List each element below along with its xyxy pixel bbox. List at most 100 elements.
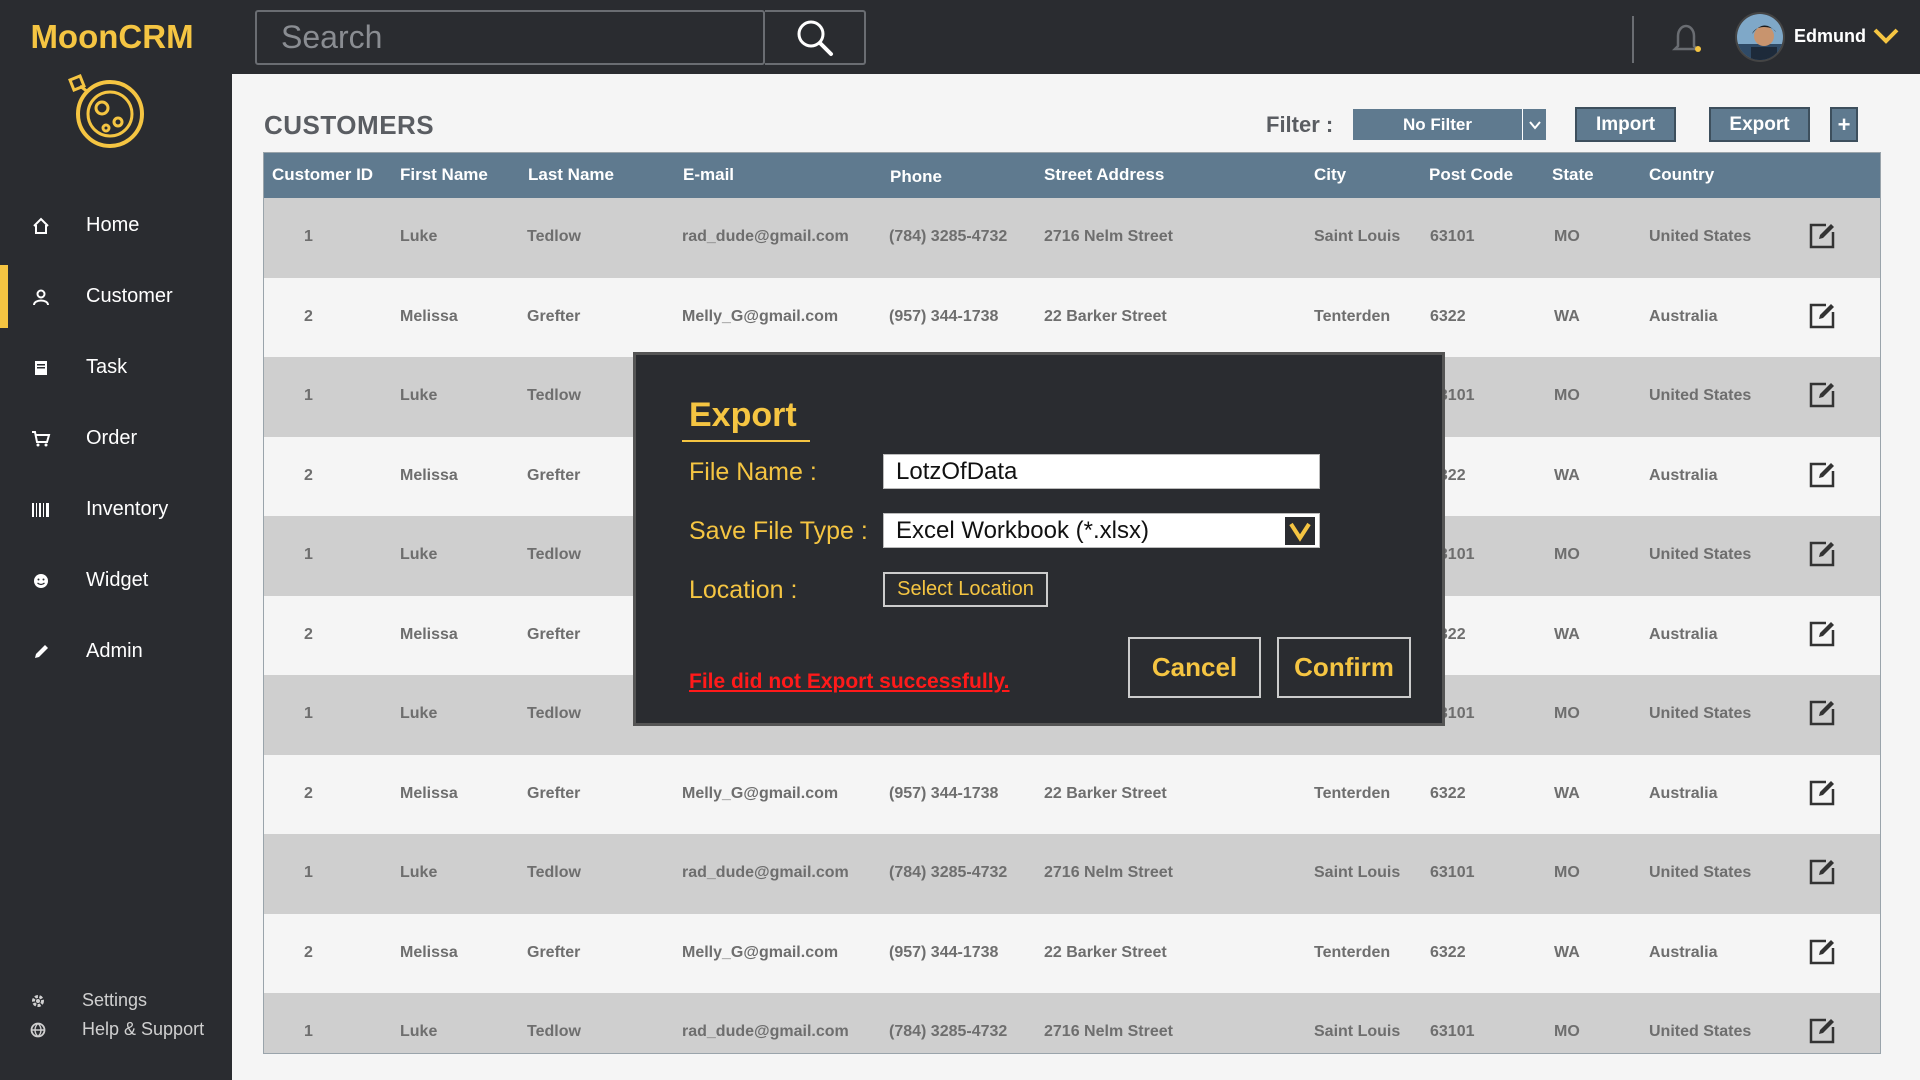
add-button[interactable]: +	[1830, 107, 1858, 142]
confirm-button[interactable]: Confirm	[1277, 637, 1411, 698]
edit-icon[interactable]	[1808, 779, 1836, 807]
table-cell: Tedlow	[527, 228, 581, 245]
table-cell: 22 Barker Street	[1044, 784, 1167, 802]
column-header[interactable]: Phone	[890, 167, 942, 187]
bell-icon[interactable]	[1666, 18, 1706, 58]
select-location-button[interactable]: Select Location	[883, 572, 1048, 607]
table-cell: (784) 3285-4732	[889, 228, 1008, 245]
table-cell: Luke	[400, 705, 438, 722]
search-input[interactable]	[257, 12, 763, 63]
import-button[interactable]: Import	[1575, 107, 1676, 142]
edit-icon[interactable]	[1808, 302, 1836, 330]
table-cell: WA	[1554, 466, 1580, 484]
table-cell: 63101	[1430, 228, 1475, 245]
sidebar-item-widget[interactable]: Widget	[0, 545, 232, 616]
pencil-icon	[30, 641, 52, 663]
export-button[interactable]: Export	[1709, 107, 1810, 142]
column-header[interactable]: City	[1314, 165, 1346, 185]
sidebar-item-label: Widget	[86, 569, 149, 591]
table-cell: WA	[1554, 307, 1580, 325]
table-cell: Australia	[1649, 307, 1718, 325]
table-cell: WA	[1554, 625, 1580, 643]
sidebar-item-label: Settings	[82, 990, 148, 1010]
column-header[interactable]: Street Address	[1044, 165, 1164, 185]
edit-icon[interactable]	[1808, 858, 1836, 886]
table-row[interactable]: 1 Luke Tedlow rad_dude@gmail.com (784) 3285-…	[264, 834, 1880, 914]
edit-icon[interactable]	[1808, 699, 1836, 727]
table-cell: United States	[1649, 546, 1752, 563]
edit-icon[interactable]	[1808, 381, 1836, 409]
edit-icon[interactable]	[1808, 1017, 1836, 1045]
sidebar-footer: Settings Help & Support	[0, 986, 232, 1044]
filter-select[interactable]: No Filter	[1353, 109, 1546, 140]
sidebar-item-help[interactable]: Help & Support	[0, 1015, 232, 1044]
file-name-input[interactable]: LotzOfData	[883, 454, 1320, 489]
gear-icon	[28, 991, 48, 1011]
column-header[interactable]: Last Name	[528, 165, 614, 185]
sidebar-item-task[interactable]: Task	[0, 332, 232, 403]
chevron-down-icon	[1522, 109, 1546, 140]
table-cell: 6322	[1430, 943, 1466, 961]
column-header[interactable]: Post Code	[1429, 165, 1513, 185]
home-icon	[30, 215, 52, 237]
table-row[interactable]: 2 Melissa Grefter Melly_G@gmail.com (957) 34…	[264, 277, 1880, 357]
table-cell: 2716 Nelm Street	[1044, 228, 1173, 245]
sidebar-item-inventory[interactable]: Inventory	[0, 474, 232, 545]
user-name[interactable]: Edmund	[1794, 26, 1866, 47]
sidebar-item-label: Order	[86, 427, 138, 449]
save-type-select[interactable]: Excel Workbook (*.xlsx)	[883, 513, 1320, 548]
table-row[interactable]: 1 Luke Tedlow rad_dude@gmail.com (784) 3285-…	[264, 993, 1880, 1053]
table-cell: United States	[1649, 705, 1752, 722]
table-header: Customer ID First Name Last Name E-mail …	[264, 153, 1880, 198]
dialog-title: Export	[689, 396, 797, 434]
sidebar-item-label: Home	[86, 214, 140, 236]
edit-icon[interactable]	[1808, 461, 1836, 489]
column-header[interactable]: State	[1552, 165, 1594, 185]
table-cell: (957) 344-1738	[889, 307, 999, 325]
sidebar-item-admin[interactable]: Admin	[0, 616, 232, 687]
table-cell: Australia	[1649, 625, 1718, 643]
sidebar-item-home[interactable]: Home	[0, 190, 232, 261]
column-header[interactable]: Customer ID	[272, 165, 373, 185]
table-cell: Tedlow	[527, 864, 581, 881]
sidebar-item-customer[interactable]: Customer	[0, 261, 232, 332]
table-cell: MO	[1554, 228, 1580, 245]
table-cell: MO	[1554, 546, 1580, 563]
table-cell: Tenterden	[1314, 307, 1391, 325]
column-header[interactable]: E-mail	[683, 165, 734, 185]
avatar[interactable]	[1735, 12, 1785, 62]
column-header[interactable]: First Name	[400, 165, 488, 185]
column-header[interactable]: Country	[1649, 165, 1714, 185]
table-cell: United States	[1649, 1023, 1752, 1040]
table-row[interactable]: 2 Melissa Grefter Melly_G@gmail.com (957) 34…	[264, 754, 1880, 834]
filter-label: Filter :	[1266, 112, 1334, 137]
task-icon	[30, 357, 52, 379]
edit-icon[interactable]	[1808, 540, 1836, 568]
table-cell: 6322	[1430, 784, 1466, 802]
table-cell: 6322	[1430, 307, 1466, 325]
table-cell: 1	[304, 864, 313, 881]
table-row[interactable]: 2 Melissa Grefter Melly_G@gmail.com (957) 34…	[264, 913, 1880, 993]
table-cell: 1	[304, 546, 313, 563]
table-cell: Saint Louis	[1314, 864, 1401, 881]
sidebar-item-settings[interactable]: Settings	[0, 986, 232, 1015]
table-cell: Grefter	[527, 943, 581, 961]
sidebar-item-order[interactable]: Order	[0, 403, 232, 474]
table-cell: United States	[1649, 228, 1752, 245]
sidebar-nav: Home Customer Task Order Inventory Widge…	[0, 190, 232, 687]
edit-icon[interactable]	[1808, 620, 1836, 648]
smiley-icon	[30, 570, 52, 592]
search-button[interactable]	[765, 10, 866, 65]
edit-icon[interactable]	[1808, 222, 1836, 250]
table-cell: Saint Louis	[1314, 228, 1401, 245]
cancel-button[interactable]: Cancel	[1128, 637, 1261, 698]
table-row[interactable]: 1 Luke Tedlow rad_dude@gmail.com (784) 3285-…	[264, 198, 1880, 278]
table-cell: 2	[304, 466, 313, 484]
edit-icon[interactable]	[1808, 938, 1836, 966]
table-cell: Melly_G@gmail.com	[682, 784, 839, 802]
table-cell: Luke	[400, 864, 438, 881]
filter-value: No Filter	[1403, 114, 1472, 134]
table-cell: 1	[304, 387, 313, 404]
chevron-down-icon[interactable]	[1872, 24, 1900, 48]
table-cell: MO	[1554, 387, 1580, 404]
